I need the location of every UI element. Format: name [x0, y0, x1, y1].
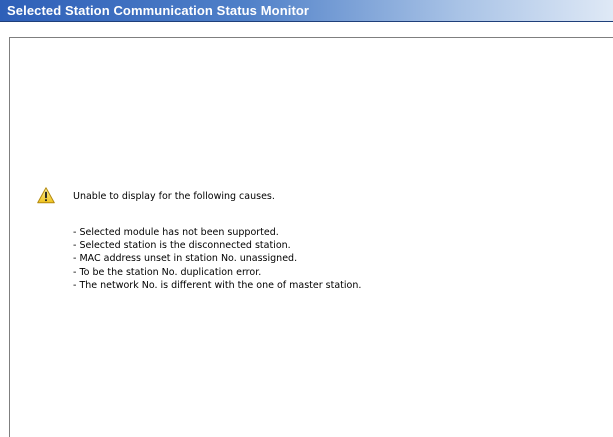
unable-to-display-message: Unable to display for the following caus…: [73, 191, 275, 202]
window-title: Selected Station Communication Status Mo…: [7, 3, 310, 18]
title-bar: Selected Station Communication Status Mo…: [0, 0, 613, 22]
cause-item: - To be the station No. duplication erro…: [73, 266, 262, 278]
cause-item: - Selected station is the disconnected s…: [73, 240, 291, 252]
warning-icon: [37, 187, 55, 204]
cause-item: - The network No. is different with the …: [73, 279, 362, 291]
status-monitor-panel: Selected Station Communication Status Mo…: [0, 0, 613, 437]
cause-item: - MAC address unset in station No. unass…: [73, 253, 298, 265]
cause-item: - Selected module has not been supported…: [73, 227, 279, 238]
cause-list: - Selected module has not been supported…: [73, 226, 361, 292]
